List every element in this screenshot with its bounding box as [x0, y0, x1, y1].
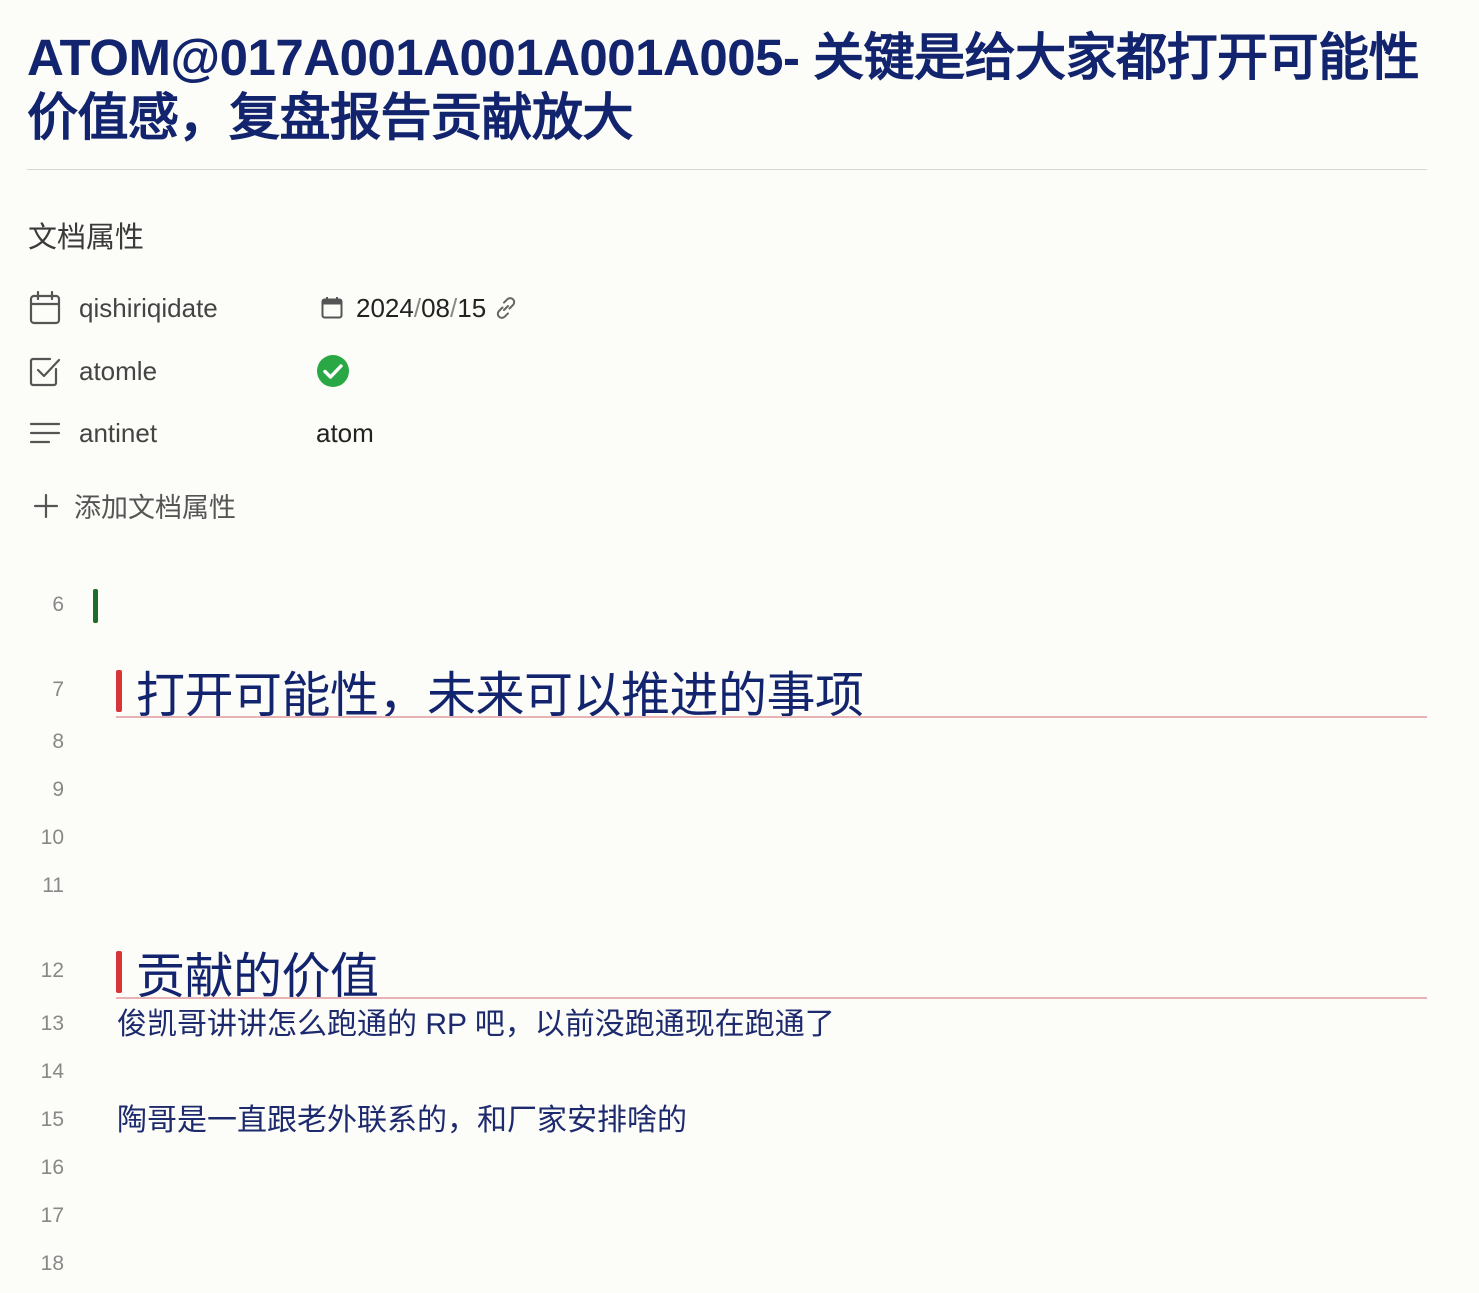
property-row-atomle[interactable]: atomle — [28, 351, 728, 391]
date-separator: / — [413, 292, 422, 323]
check-circle-icon[interactable] — [316, 354, 350, 388]
heading-underline — [116, 716, 1427, 718]
property-row-qishiriqidate[interactable]: qishiriqidate 2024/08/15 — [28, 288, 728, 328]
editor-page: ATOM@017A001A001A001A005- 关键是给大家都打开可能性价值… — [0, 0, 1479, 1293]
date-separator: / — [450, 292, 458, 323]
body-text-line[interactable]: 俊凯哥讲讲怎么跑通的 RP 吧，以前没跑通现在跑通了 — [117, 1007, 835, 1043]
add-property-label: 添加文档属性 — [74, 493, 236, 523]
heading-underline — [116, 997, 1427, 999]
line-number: 18 — [40, 1252, 64, 1275]
line-number: 14 — [40, 1060, 64, 1083]
heading-line[interactable]: 贡献的价值 — [116, 943, 1427, 1004]
property-name[interactable]: atomle — [79, 356, 321, 387]
add-property-button[interactable]: 添加文档属性 — [32, 486, 236, 525]
plus-icon — [32, 492, 60, 520]
property-name[interactable]: qishiriqidate — [79, 293, 321, 324]
line-number: 12 — [40, 959, 64, 982]
properties-heading[interactable]: 文档属性 — [28, 220, 144, 256]
line-number: 16 — [40, 1156, 64, 1179]
date-picker-icon[interactable] — [321, 296, 343, 320]
line-number: 15 — [40, 1108, 64, 1131]
line-number: 8 — [52, 730, 64, 753]
date-value[interactable]: 2024/08/15 — [321, 293, 520, 324]
line-number: 17 — [40, 1204, 64, 1227]
line-number: 11 — [42, 874, 64, 897]
date-month: 08 — [421, 292, 450, 323]
heading-marker — [116, 670, 122, 712]
heading-marker — [116, 951, 122, 993]
line-number: 13 — [40, 1012, 64, 1035]
line-number: 9 — [52, 778, 64, 801]
title-divider — [27, 169, 1427, 170]
calendar-icon — [28, 291, 62, 325]
text-lines-icon — [28, 416, 62, 450]
line-number: 6 — [52, 593, 64, 616]
property-name[interactable]: antinet — [79, 418, 321, 449]
text-value[interactable]: atom — [316, 418, 374, 449]
date-day: 15 — [457, 292, 487, 323]
checkbox-icon — [28, 354, 62, 388]
line-number: 10 — [40, 826, 64, 849]
link-icon[interactable] — [492, 294, 520, 322]
date-year: 2024 — [356, 292, 414, 323]
text-cursor — [93, 589, 98, 623]
page-title[interactable]: ATOM@017A001A001A001A005- 关键是给大家都打开可能性价值… — [27, 28, 1437, 148]
line-number: 7 — [52, 678, 64, 701]
heading-line[interactable]: 打开可能性，未来可以推进的事项 — [116, 662, 1427, 723]
checkbox-value[interactable] — [317, 354, 350, 388]
body-text-line[interactable]: 陶哥是一直跟老外联系的，和厂家安排啥的 — [117, 1103, 687, 1139]
property-row-antinet[interactable]: antinet atom — [28, 413, 728, 453]
